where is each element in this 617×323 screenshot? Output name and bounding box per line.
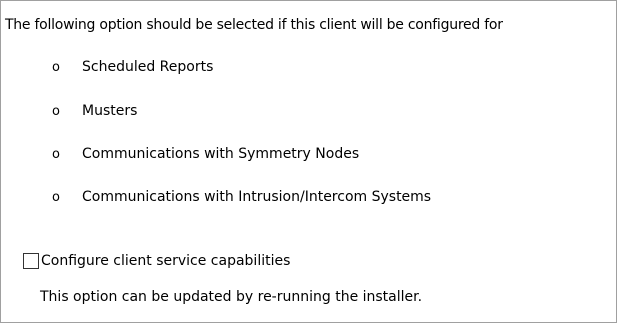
bullet-icon: o <box>52 103 60 119</box>
list-item-label: Scheduled Reports <box>82 59 214 75</box>
options-panel: The following option should be selected … <box>0 0 617 323</box>
list-item-label: Musters <box>82 103 138 119</box>
capabilities-list: o Scheduled Reports o Musters o Communic… <box>1 1 616 322</box>
bullet-icon: o <box>52 146 60 162</box>
list-item: o Scheduled Reports <box>52 57 213 77</box>
list-item: o Communications with Intrusion/Intercom… <box>52 187 431 207</box>
installer-note: This option can be updated by re-running… <box>40 289 423 305</box>
list-item: o Communications with Symmetry Nodes <box>52 144 359 164</box>
bullet-icon: o <box>52 189 60 205</box>
list-item-label: Communications with Intrusion/Intercom S… <box>82 189 432 205</box>
list-item-label: Communications with Symmetry Nodes <box>82 146 360 162</box>
list-item: o Musters <box>52 101 137 121</box>
configure-client-service-label[interactable]: Configure client service capabilities <box>41 253 290 269</box>
configure-client-service-checkbox[interactable] <box>23 253 39 269</box>
configure-client-service-option[interactable]: Configure client service capabilities <box>23 253 290 269</box>
bullet-icon: o <box>52 59 60 75</box>
